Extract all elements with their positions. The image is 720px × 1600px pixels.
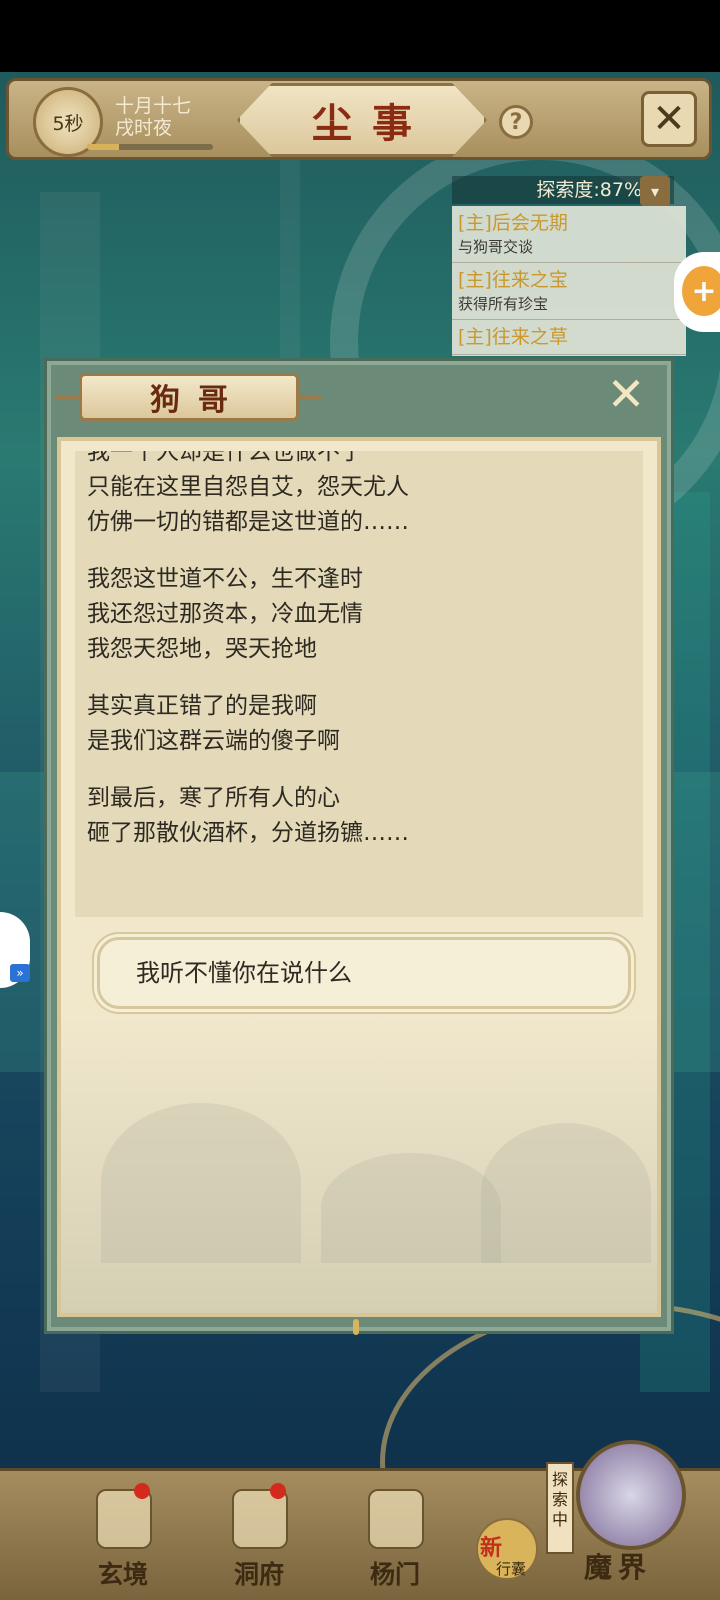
ink-landscape-decoration (61, 1013, 657, 1313)
game-date: 十月十七 戌时夜 (115, 95, 191, 139)
page-title: 尘事 (312, 100, 432, 147)
quest-item[interactable]: [主]往来之宝 获得所有珍宝 (452, 263, 686, 320)
dialog-line: 砸了那散伙酒杯，分道扬镳…… (87, 820, 409, 846)
dialog-paragraph: 到最后，寒了所有人的心 砸了那散伙酒杯，分道扬镳…… (87, 781, 409, 851)
side-float-button[interactable]: + (674, 252, 720, 332)
status-bar (0, 0, 720, 72)
close-x-icon: ✕ (606, 367, 646, 421)
chevron-down-icon: ▾ (650, 181, 660, 201)
nav-item-yangmen[interactable]: 杨门 (350, 1489, 440, 1599)
quest-subtitle: 与狗哥交谈 (458, 238, 534, 256)
dialog-line: 是我们这群云端的傻子啊 (87, 728, 340, 754)
fast-forward-icon[interactable]: » (10, 964, 30, 982)
nav-item-xuanjing[interactable]: 玄境 (78, 1483, 168, 1599)
dialog-paragraph: 我怨这世道不公，生不逢时 我还怨过那资本，冷血无情 我怨天怨地，哭天抢地 (87, 562, 409, 667)
nav-label: 洞府 (233, 1560, 284, 1589)
dialog-line: 我还怨过那资本，冷血无情 (87, 601, 363, 627)
scroll-pin-decoration (353, 1319, 359, 1335)
quest-title: [主]往来之草 (458, 326, 568, 348)
help-button[interactable]: ? (499, 105, 533, 139)
quest-title: [主]往来之宝 (458, 269, 568, 291)
dialog-line: 我怨天怨地，哭天抢地 (87, 636, 317, 662)
help-icon: ? (509, 109, 523, 135)
npc-name: 狗哥 (150, 383, 246, 418)
banner-icon (368, 1489, 424, 1549)
dialog-paper: 我一个人却是什么也做不了 只能在这里自怨自艾，怨天尤人 仿佛一切的错都是这世道的… (57, 437, 661, 1317)
dialog-text-scroll[interactable]: 我一个人却是什么也做不了 只能在这里自怨自艾，怨天尤人 仿佛一切的错都是这世道的… (75, 451, 643, 917)
close-x-icon: ✕ (652, 96, 686, 142)
notification-dot (134, 1483, 150, 1499)
top-bar: 5秒 十月十七 戌时夜 尘事 ? ✕ (6, 78, 712, 160)
dialog-text: 我一个人却是什么也做不了 只能在这里自怨自艾，怨天尤人 仿佛一切的错都是这世道的… (87, 451, 409, 873)
notification-dot (270, 1483, 286, 1499)
date-line-1: 十月十七 (115, 95, 192, 117)
realm-label: 魔界 (584, 1551, 653, 1584)
exploring-tag: 探索中 (546, 1462, 574, 1554)
date-line-2: 戌时夜 (115, 117, 173, 139)
quest-list: [主]后会无期 与狗哥交谈 [主]往来之宝 获得所有珍宝 [主]往来之草 (452, 206, 686, 356)
time-progress-fill (87, 144, 119, 150)
dialog-close-button[interactable]: ✕ (603, 371, 649, 419)
collapse-quest-button[interactable]: ▾ (640, 176, 670, 206)
npc-name-plaque: 狗哥 (56, 373, 322, 421)
time-progress-bar (87, 144, 213, 150)
timer-text: 5秒 (52, 112, 84, 135)
dialog-choice-button[interactable]: 我听不懂你在说什么 (97, 937, 631, 1009)
dialog-paragraph: 我一个人却是什么也做不了 只能在这里自怨自艾，怨天尤人 仿佛一切的错都是这世道的… (87, 451, 409, 540)
bag-label: 行囊 (496, 1560, 527, 1578)
nav-item-dongfu[interactable]: 洞府 (214, 1483, 304, 1599)
dialog-line: 只能在这里自怨自艾，怨天尤人 (87, 474, 409, 500)
quest-subtitle: 获得所有珍宝 (458, 295, 549, 313)
dialog-line: 我怨这世道不公，生不逢时 (87, 566, 363, 592)
nav-label: 杨门 (369, 1560, 420, 1589)
quest-item[interactable]: [主]往来之草 (452, 320, 686, 355)
realm-button[interactable] (576, 1440, 686, 1550)
nav-label: 玄境 (97, 1560, 148, 1589)
title-plaque: 尘事 (237, 83, 487, 157)
dialog-line: 仿佛一切的错都是这世道的…… (87, 509, 409, 535)
dialog-line: 其实真正错了的是我啊 (87, 693, 317, 719)
exit-button[interactable]: ✕ (641, 91, 697, 147)
quest-item[interactable]: [主]后会无期 与狗哥交谈 (452, 206, 686, 263)
plus-icon: + (682, 266, 720, 316)
dialog-line: 到最后，寒了所有人的心 (87, 785, 340, 811)
dialog-line: 我一个人却是什么也做不了 (87, 451, 363, 465)
dialog-paragraph: 其实真正错了的是我啊 是我们这群云端的傻子啊 (87, 689, 409, 759)
npc-dialog: 狗哥 ✕ 我一个人却是什么也做不了 只能在这里自怨自艾，怨天尤人 仿佛一切的错都… (44, 358, 674, 1335)
quest-title: [主]后会无期 (458, 212, 568, 234)
